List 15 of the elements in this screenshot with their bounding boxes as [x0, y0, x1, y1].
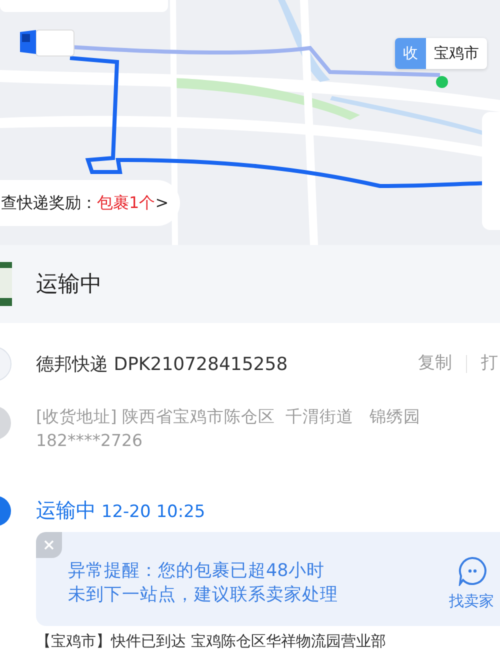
action-link[interactable]: 打 [481, 351, 498, 377]
courier-logo-icon [0, 346, 12, 382]
action-link[interactable]: 复制 [418, 351, 452, 377]
destination-marker: 收 宝鸡市 [395, 38, 487, 68]
contact-seller-button[interactable]: 找卖家 [449, 556, 500, 612]
chat-icon [456, 556, 486, 586]
close-icon [44, 540, 54, 550]
alert-message: 异常提醒：您的包裹已超48小时未到下一站点，建议联系卖家处理 [68, 560, 339, 607]
status-title: 运输中 [36, 270, 102, 298]
tracking-number: 德邦快递 DPK210728415258 [36, 352, 288, 376]
delivery-address: [收货地址] 陕西省宝鸡市陈仓区 千渭街道 锦绣园 182****2726 [36, 406, 420, 452]
event-detail: 【宝鸡市】快件已到达 宝鸡陈仓区华祥物流园营业部 [36, 631, 387, 652]
close-button[interactable] [36, 532, 62, 558]
address-icon [0, 405, 12, 441]
event-header: 运输中 12-20 10:25 [36, 497, 206, 524]
